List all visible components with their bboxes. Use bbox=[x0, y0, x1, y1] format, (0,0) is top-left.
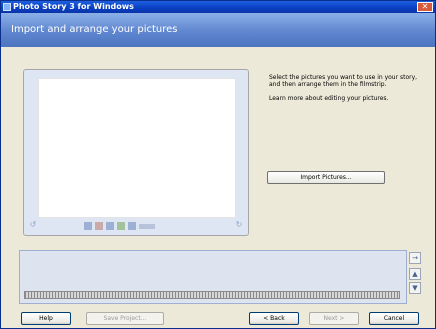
back-button[interactable]: < Back bbox=[249, 312, 299, 325]
photo-story-window: Photo Story 3 for Windows ✕ Import and a… bbox=[0, 0, 436, 329]
edit-tools-icons bbox=[84, 222, 155, 230]
cancel-button[interactable]: Cancel bbox=[369, 312, 419, 325]
instructions-text: Select the pictures you want to use in y… bbox=[269, 74, 418, 88]
page-title: Import and arrange your pictures bbox=[11, 24, 178, 35]
preview-toolbar: ↺ ↻ bbox=[24, 217, 248, 235]
filmstrip-controls: → ▲ ▼ bbox=[407, 250, 423, 302]
picture-preview bbox=[38, 78, 236, 218]
window-title: Photo Story 3 for Windows bbox=[13, 2, 134, 11]
filmstrip-scrollbar[interactable] bbox=[24, 291, 400, 299]
close-button[interactable]: ✕ bbox=[417, 2, 433, 12]
delete-icon[interactable] bbox=[128, 222, 136, 230]
header-band: Import and arrange your pictures bbox=[1, 13, 435, 47]
red-eye-icon[interactable] bbox=[84, 222, 92, 230]
rotate-left-icon[interactable]: ↺ bbox=[29, 221, 37, 229]
move-right-button[interactable]: → bbox=[409, 252, 421, 264]
filmstrip[interactable] bbox=[19, 250, 407, 304]
more-icon[interactable] bbox=[139, 224, 155, 229]
help-button[interactable]: Help bbox=[21, 312, 71, 325]
content-area: ↺ ↻ Select the pictures you want to use … bbox=[1, 47, 435, 326]
picture-preview-panel: ↺ ↻ bbox=[23, 69, 249, 236]
levels-icon[interactable] bbox=[117, 222, 125, 230]
color-icon[interactable] bbox=[106, 222, 114, 230]
import-pictures-button[interactable]: Import Pictures... bbox=[267, 171, 385, 184]
move-up-button[interactable]: ▲ bbox=[409, 268, 421, 280]
wizard-buttons: Help Save Project... < Back Next > Cance… bbox=[1, 312, 435, 326]
next-button[interactable]: Next > bbox=[309, 312, 359, 325]
title-bar[interactable]: Photo Story 3 for Windows ✕ bbox=[1, 1, 435, 13]
crop-icon[interactable] bbox=[95, 222, 103, 230]
rotate-right-icon[interactable]: ↻ bbox=[235, 221, 243, 229]
save-project-button[interactable]: Save Project... bbox=[86, 312, 164, 325]
learn-more-link[interactable]: Learn more about editing your pictures. bbox=[269, 95, 419, 102]
move-down-button[interactable]: ▼ bbox=[409, 282, 421, 294]
app-icon bbox=[3, 3, 11, 11]
